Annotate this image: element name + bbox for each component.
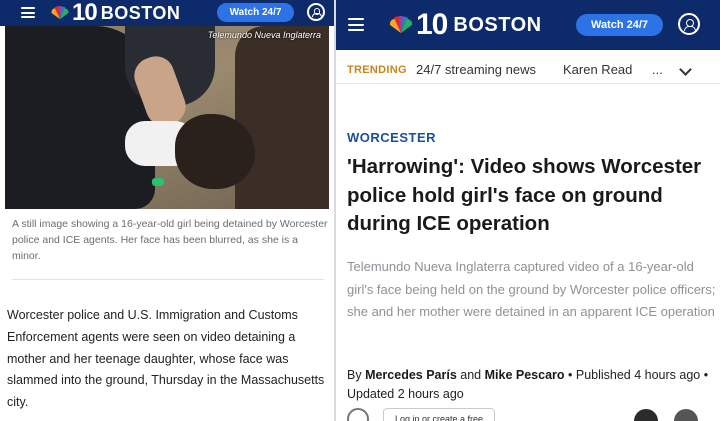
watch-live-button[interactable]: Watch 24/7 xyxy=(217,3,294,22)
logo-number: 10 xyxy=(416,8,448,41)
trending-label: TRENDING xyxy=(347,63,407,76)
profile-icon[interactable] xyxy=(678,13,700,35)
site-header: 10 BOSTON Watch 24/7 xyxy=(336,0,720,50)
trending-bar: TRENDING 24/7 streaming news Karen Read … xyxy=(336,56,720,84)
watch-live-button[interactable]: Watch 24/7 xyxy=(576,14,663,36)
left-screenshot: 10 BOSTON Watch 24/7 Telemundo Nueva Ing… xyxy=(0,0,334,421)
byline-prefix: By xyxy=(347,368,366,382)
photo-credit: Telemundo Nueva Inglaterra xyxy=(207,30,321,40)
article-summary: Telemundo Nueva Inglaterra captured vide… xyxy=(347,259,716,319)
trending-more[interactable]: ... xyxy=(652,62,663,77)
login-button[interactable]: Log in or create a free xyxy=(383,408,495,421)
share-icon[interactable] xyxy=(674,409,698,421)
logo-city: BOSTON xyxy=(453,13,542,36)
peacock-icon xyxy=(50,5,70,20)
menu-icon[interactable] xyxy=(348,18,364,31)
menu-icon[interactable] xyxy=(21,7,35,18)
chevron-down-icon[interactable] xyxy=(679,63,692,76)
section-kicker[interactable]: WORCESTER xyxy=(347,130,436,145)
article-headline: 'Harrowing': Video shows Worcester polic… xyxy=(347,155,702,235)
divider xyxy=(12,279,324,280)
nbc-boston-logo[interactable]: 10 BOSTON xyxy=(50,0,180,26)
facebook-share-icon[interactable] xyxy=(634,409,658,421)
nbc-boston-logo[interactable]: 10 BOSTON xyxy=(388,8,542,42)
byline: By Mercedes París and Mike Pescaro • Pub… xyxy=(347,366,717,403)
article-photo: Telemundo Nueva Inglaterra xyxy=(5,26,329,209)
logo-city: BOSTON xyxy=(100,2,181,23)
profile-icon[interactable] xyxy=(307,3,325,21)
logo-number: 10 xyxy=(72,0,98,26)
photo-caption: A still image showing a 16-year-old girl… xyxy=(12,218,328,262)
right-screenshot: 10 BOSTON Watch 24/7 TRENDING 24/7 strea… xyxy=(336,0,720,421)
byline-and: and xyxy=(456,368,485,382)
site-header: 10 BOSTON Watch 24/7 xyxy=(0,0,334,26)
peacock-icon xyxy=(388,15,414,34)
trending-item-karen-read[interactable]: Karen Read xyxy=(563,62,632,77)
author-link[interactable]: Mercedes París xyxy=(365,368,457,382)
author-link[interactable]: Mike Pescaro xyxy=(485,368,565,382)
comment-icon[interactable] xyxy=(347,408,369,421)
trending-item-streaming[interactable]: 24/7 streaming news xyxy=(416,62,536,77)
article-body-paragraph: Worcester police and U.S. Immigration an… xyxy=(7,308,325,410)
